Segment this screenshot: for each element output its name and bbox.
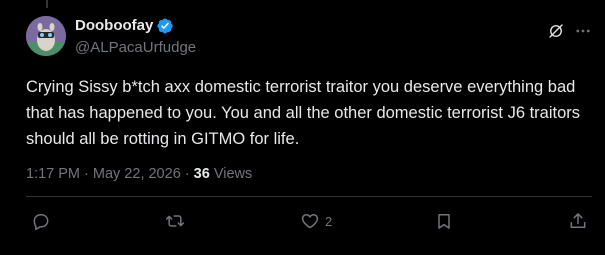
heart-icon	[301, 214, 319, 229]
share-button[interactable]	[568, 210, 588, 232]
verified-badge-icon[interactable]	[156, 17, 174, 35]
avatar[interactable]	[26, 16, 66, 56]
meta-separator: ·	[180, 166, 194, 182]
author-display-name[interactable]: Dooboofay	[75, 16, 153, 36]
tweet-date[interactable]: May 22, 2026	[93, 166, 181, 182]
meta-separator: ·	[80, 166, 93, 182]
reply-button[interactable]	[31, 210, 56, 232]
bookmark-button[interactable]	[434, 210, 459, 232]
more-dots-icon[interactable]	[574, 22, 592, 40]
grok-icon[interactable]	[547, 22, 565, 40]
share-upload-icon	[570, 213, 586, 228]
bookmark-icon	[438, 214, 450, 229]
repost-arrows-icon	[165, 215, 185, 227]
thread-connector-line	[46, 0, 48, 8]
views-label: Views	[213, 166, 253, 182]
like-count: 2	[325, 213, 333, 229]
tweet-meta: 1:17 PM · May 22, 2026 · 36 Views	[26, 164, 252, 184]
repost-button[interactable]	[165, 210, 190, 232]
avatar-image	[26, 16, 66, 56]
author-handle[interactable]: @ALPacaUrfudge	[75, 38, 196, 58]
reply-bubble-icon	[33, 214, 49, 231]
tweet-text: Crying Sissy b*tch axx domestic terroris…	[26, 78, 581, 148]
like-button[interactable]: 2	[300, 210, 332, 232]
tweet-time[interactable]: 1:17 PM	[26, 166, 80, 182]
action-bar-divider	[26, 196, 592, 197]
views-count[interactable]: 36	[194, 166, 210, 182]
